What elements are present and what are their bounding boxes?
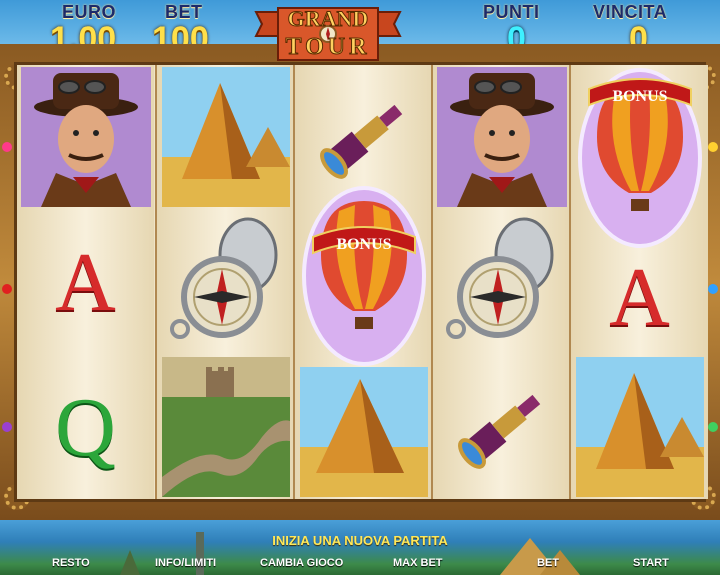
letter-q: Q	[55, 380, 116, 474]
explorer-symbol	[17, 65, 154, 209]
logo-line2: TOUR	[286, 34, 371, 60]
reel-1: A Q	[17, 65, 154, 499]
spyglass-symbol	[433, 355, 570, 499]
resto-button[interactable]: RESTO	[52, 557, 90, 569]
great-wall-symbol	[157, 355, 294, 499]
bet-button[interactable]: BET	[537, 557, 559, 569]
change-game-button[interactable]: CAMBIA GIOCO	[260, 557, 343, 569]
payline-marker	[2, 142, 12, 152]
payline-marker	[2, 284, 12, 294]
reel-area: A Q BONUS BONUS A	[14, 62, 708, 502]
bonus-label: BONUS	[612, 88, 667, 105]
compass-symbol	[433, 210, 570, 354]
reel-5: BONUS A	[569, 65, 708, 499]
grand-tour-logo: GRAND TOUR	[248, 2, 408, 68]
payline-marker	[708, 284, 718, 294]
explorer-symbol	[433, 65, 570, 209]
compass-symbol	[157, 210, 294, 354]
reel-2	[155, 65, 294, 499]
pyramids-symbol	[157, 65, 294, 209]
bonus-balloon-symbol: BONUS	[571, 65, 708, 251]
letter-q-symbol: Q	[17, 355, 154, 499]
payline-marker	[708, 142, 718, 152]
letter-a-symbol: A	[571, 225, 708, 369]
payline-marker	[708, 422, 718, 432]
logo-line1: GRAND	[288, 6, 369, 31]
reel-3: BONUS	[293, 65, 432, 499]
payline-marker	[2, 422, 12, 432]
status-message: INIZIA UNA NUOVA PARTITA	[272, 533, 448, 548]
letter-a-symbol: A	[17, 210, 154, 354]
start-button[interactable]: START	[633, 557, 669, 569]
letter-a: A	[609, 250, 670, 344]
bonus-label: BONUS	[336, 236, 391, 253]
pyramids-symbol	[295, 365, 432, 499]
pyramids-symbol	[571, 355, 708, 499]
letter-a: A	[55, 235, 116, 329]
reel-4	[431, 65, 570, 499]
info-limits-button[interactable]: INFO/LIMITI	[155, 557, 216, 569]
bonus-balloon-symbol: BONUS	[295, 183, 432, 369]
max-bet-button[interactable]: MAX BET	[393, 557, 443, 569]
